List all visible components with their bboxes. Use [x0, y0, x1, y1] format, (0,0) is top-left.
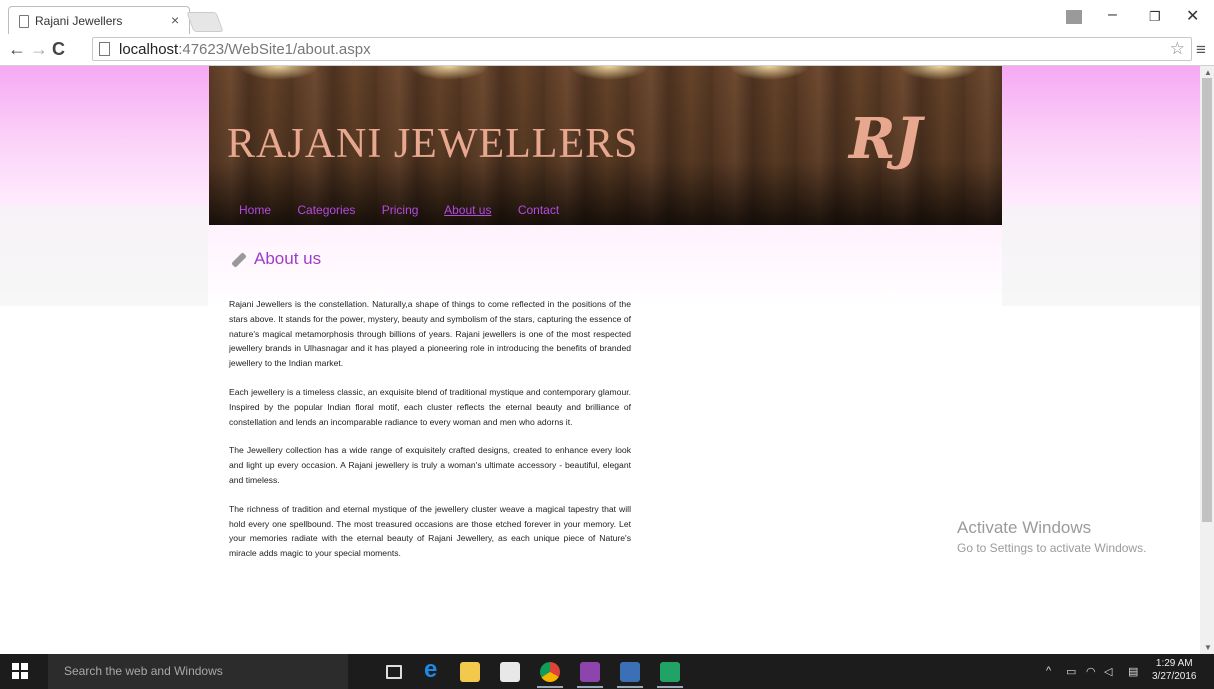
address-bar[interactable]: localhost:47623/WebSite1/about.aspx ☆ — [92, 37, 1192, 61]
menu-item-about-us[interactable]: About us — [444, 203, 491, 217]
cloud-active-indicator — [657, 686, 683, 688]
watermark-title: Activate Windows — [957, 518, 1092, 537]
system-clock[interactable]: 1:29 AM 3/27/2016 — [1152, 657, 1197, 683]
tray-chevron-icon[interactable]: ^ — [1046, 665, 1051, 677]
app-icon[interactable] — [620, 662, 640, 682]
site-header: RAJANI JEWELLERS RJ Home Categories Pric… — [209, 66, 1002, 225]
close-window-button[interactable]: ✕ — [1186, 6, 1199, 26]
notifications-icon[interactable]: ▤ — [1128, 665, 1138, 678]
forward-arrow-icon[interactable]: → — [30, 39, 48, 60]
site-title: RAJANI JEWELLERS — [227, 121, 639, 167]
vertical-scrollbar[interactable]: ▲ ▼ — [1200, 66, 1214, 654]
battery-icon[interactable]: ▭ — [1066, 665, 1076, 678]
about-paragraph: The Jewellery collection has a wide rang… — [229, 445, 631, 485]
about-paragraph: Each jewellery is a timeless classic, an… — [229, 386, 631, 427]
menu-item-home[interactable]: Home — [239, 203, 271, 217]
chrome-icon[interactable] — [540, 662, 560, 682]
reload-icon[interactable]: C — [52, 39, 65, 60]
volume-icon[interactable]: ◁ — [1104, 665, 1112, 678]
browser-toolbar: ← → C localhost:47623/WebSite1/about.asp… — [0, 34, 1214, 66]
menu-item-contact[interactable]: Contact — [518, 203, 559, 217]
cloud-upload-icon[interactable] — [660, 662, 680, 682]
document-icon — [19, 15, 29, 28]
store-icon[interactable] — [500, 662, 520, 682]
activate-windows-watermark: Activate Windows Go to Settings to activ… — [957, 518, 1146, 555]
scroll-down-arrow-icon[interactable]: ▼ — [1204, 643, 1212, 652]
minimize-button[interactable]: – — [1108, 6, 1117, 24]
site-logo: RJ — [849, 106, 923, 172]
chrome-menu-icon[interactable]: ≡ — [1196, 40, 1206, 60]
visual-studio-icon[interactable] — [580, 662, 600, 682]
page-viewport: RAJANI JEWELLERS RJ Home Categories Pric… — [0, 66, 1200, 654]
taskbar-search-box[interactable]: Search the web and Windows — [48, 654, 348, 689]
user-icon[interactable] — [1066, 10, 1082, 24]
edge-browser-icon[interactable]: e — [424, 656, 444, 683]
clock-date: 3/27/2016 — [1152, 671, 1197, 682]
clock-time: 1:29 AM — [1155, 658, 1193, 669]
wifi-icon[interactable]: ◠ — [1086, 665, 1096, 678]
menu-item-categories[interactable]: Categories — [297, 203, 355, 217]
windows-start-icon[interactable] — [12, 663, 28, 679]
about-paragraph: Rajani Jewellers is the constellation. N… — [229, 299, 631, 369]
browser-tab[interactable]: Rajani Jewellers × — [8, 6, 190, 34]
back-arrow-icon[interactable]: ← — [8, 39, 26, 60]
watermark-subtitle: Go to Settings to activate Windows. — [957, 541, 1147, 555]
new-tab-button[interactable] — [186, 12, 224, 32]
about-paragraph: The richness of tradition and eternal my… — [229, 503, 631, 559]
pencil-icon — [229, 250, 247, 268]
section-heading: About us — [229, 249, 631, 269]
task-view-icon[interactable] — [386, 665, 402, 679]
address-text: localhost:47623/WebSite1/about.aspx — [119, 41, 371, 58]
scroll-thumb[interactable] — [1202, 78, 1212, 522]
main-content: About us Rajani Jewellers is the constel… — [229, 249, 631, 561]
search-placeholder: Search the web and Windows — [64, 664, 223, 678]
scroll-up-arrow-icon[interactable]: ▲ — [1204, 68, 1212, 77]
file-explorer-icon[interactable] — [460, 662, 480, 682]
bookmark-star-icon[interactable]: ☆ — [1170, 39, 1185, 59]
page-title: About us — [254, 249, 322, 268]
main-menu: Home Categories Pricing About us Contact — [239, 203, 582, 217]
tab-close-icon[interactable]: × — [171, 12, 179, 28]
background-panel-left — [0, 206, 208, 306]
tab-title: Rajani Jewellers — [35, 14, 123, 28]
chrome-active-indicator — [537, 686, 563, 688]
background-panel-right — [1002, 206, 1200, 306]
app-active-indicator — [617, 686, 643, 688]
maximize-button[interactable]: ❐ — [1149, 9, 1161, 25]
windows-taskbar: Search the web and Windows e ^ ▭ ◠ ◁ ▤ 1… — [0, 654, 1214, 689]
visual-studio-active-indicator — [577, 686, 603, 688]
menu-item-pricing[interactable]: Pricing — [382, 203, 419, 217]
page-icon — [99, 42, 110, 56]
browser-titlebar: Rajani Jewellers × – ❐ ✕ — [0, 0, 1214, 34]
